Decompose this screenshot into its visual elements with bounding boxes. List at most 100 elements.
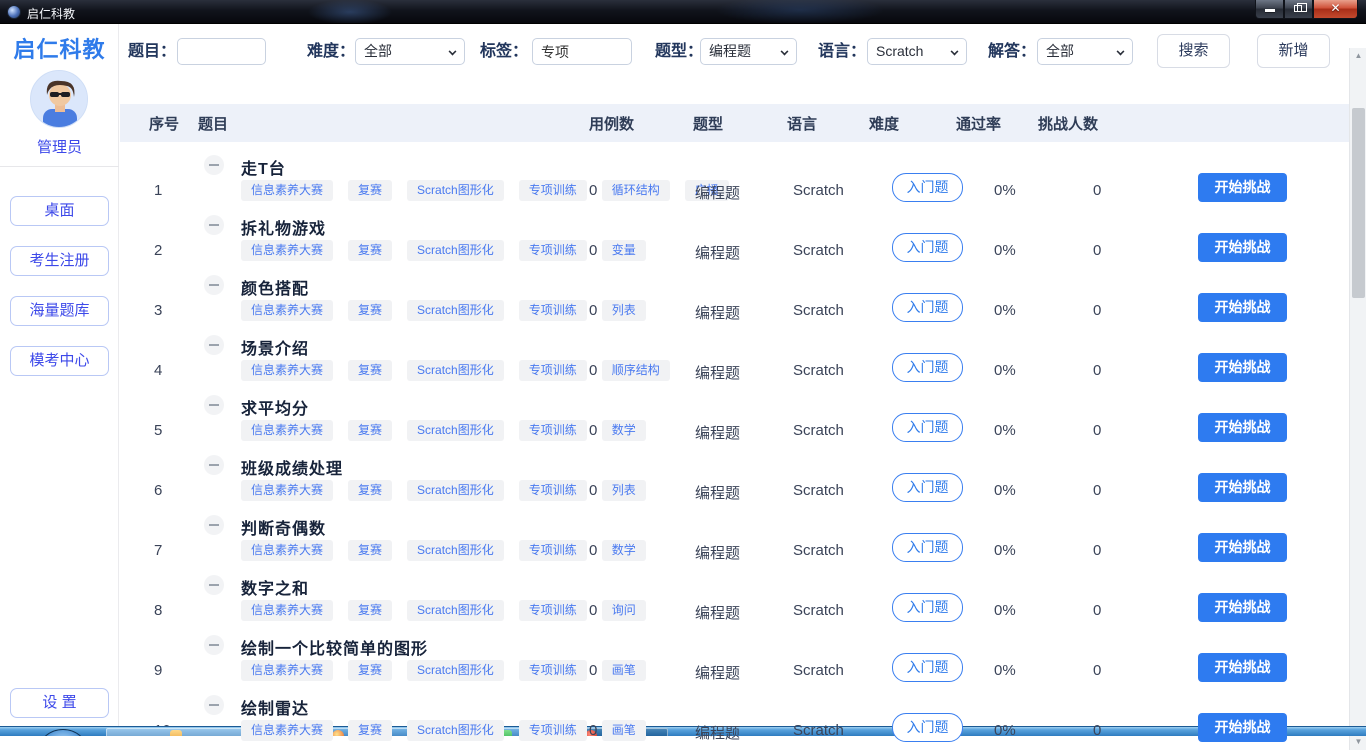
start-challenge-button[interactable]: 开始挑战: [1198, 713, 1287, 742]
start-challenge-button[interactable]: 开始挑战: [1198, 653, 1287, 682]
cell-use_cases: 0: [589, 302, 597, 319]
tag-list: 信息素养大赛复赛Scratch图形化专项训练循环结构广播: [241, 180, 729, 201]
cell-use_cases: 0: [589, 542, 597, 559]
folder-icon[interactable]: [170, 730, 182, 736]
column-header-0: 序号: [149, 113, 179, 134]
cell-pass_rate: 0%: [994, 542, 1016, 559]
collapse-minus-icon[interactable]: [204, 215, 224, 235]
start-challenge-button[interactable]: 开始挑战: [1198, 473, 1287, 502]
add-button[interactable]: 新增: [1257, 34, 1330, 68]
tag-chip: 专项训练: [519, 540, 587, 561]
start-challenge-button[interactable]: 开始挑战: [1198, 533, 1287, 562]
close-button[interactable]: ✕: [1313, 0, 1358, 19]
difficulty-badge[interactable]: 入门题: [892, 293, 963, 322]
cell-challengers: 0: [1093, 362, 1101, 379]
start-orb[interactable]: [36, 729, 90, 736]
avatar[interactable]: [30, 70, 88, 128]
restore-icon: [1294, 5, 1302, 12]
question-title[interactable]: 判断奇偶数: [241, 515, 326, 539]
cell-language: Scratch: [793, 602, 844, 619]
start-challenge-button[interactable]: 开始挑战: [1198, 173, 1287, 202]
collapse-minus-icon[interactable]: [204, 515, 224, 535]
tag-filter-input[interactable]: [532, 38, 632, 65]
tag-chip: 复赛: [348, 540, 392, 561]
collapse-minus-icon[interactable]: [204, 395, 224, 415]
window-titlebar: 启仁科教 ✕: [0, 0, 1366, 24]
difficulty-badge[interactable]: 入门题: [892, 653, 963, 682]
difficulty-badge[interactable]: 入门题: [892, 593, 963, 622]
sidebar-item-0[interactable]: 桌面: [10, 196, 109, 226]
scroll-up-icon[interactable]: ▲: [1350, 48, 1366, 64]
tag-chip: 复赛: [348, 660, 392, 681]
sidebar-item-1[interactable]: 考生注册: [10, 246, 109, 276]
difficulty-badge[interactable]: 入门题: [892, 233, 963, 262]
start-challenge-button[interactable]: 开始挑战: [1198, 293, 1287, 322]
search-button[interactable]: 搜索: [1157, 34, 1230, 68]
question-title[interactable]: 颜色搭配: [241, 275, 309, 299]
question-title[interactable]: 数字之和: [241, 575, 309, 599]
cell-pass_rate: 0%: [994, 662, 1016, 679]
cell-language: Scratch: [793, 242, 844, 259]
restore-button[interactable]: [1284, 0, 1313, 19]
cell-pass_rate: 0%: [994, 362, 1016, 379]
scroll-down-icon[interactable]: ▼: [1350, 734, 1366, 750]
tag-list: 信息素养大赛复赛Scratch图形化专项训练画笔: [241, 660, 646, 681]
sidebar-item-3[interactable]: 模考中心: [10, 346, 109, 376]
collapse-minus-icon[interactable]: [204, 635, 224, 655]
qtype-filter-select[interactable]: 编程题: [700, 38, 797, 65]
tag-chip: 循环结构: [602, 180, 670, 201]
tag-chip: 信息素养大赛: [241, 240, 333, 261]
question-title[interactable]: 绘制一个比较简单的图形: [241, 635, 428, 659]
tag-chip: 顺序结构: [602, 360, 670, 381]
sidebar-item-2[interactable]: 海量题库: [10, 296, 109, 326]
cell-qtype: 编程题: [695, 662, 740, 683]
tag-chip: 信息素养大赛: [241, 480, 333, 501]
start-challenge-button[interactable]: 开始挑战: [1198, 353, 1287, 382]
cell-language: Scratch: [793, 722, 844, 739]
scrollbar-thumb[interactable]: [1352, 108, 1365, 298]
collapse-minus-icon[interactable]: [204, 275, 224, 295]
difficulty-badge[interactable]: 入门题: [892, 173, 963, 202]
sidebar-item-settings[interactable]: 设 置: [10, 688, 109, 718]
cell-pass_rate: 0%: [994, 422, 1016, 439]
question-title[interactable]: 求平均分: [241, 395, 309, 419]
cell-pass_rate: 0%: [994, 482, 1016, 499]
collapse-minus-icon[interactable]: [204, 335, 224, 355]
question-title[interactable]: 拆礼物游戏: [241, 215, 326, 239]
title-filter-input[interactable]: [177, 38, 266, 65]
close-icon: ✕: [1314, 1, 1357, 15]
question-title[interactable]: 场景介绍: [241, 335, 309, 359]
question-title[interactable]: 走T台: [241, 155, 286, 179]
collapse-minus-icon[interactable]: [204, 695, 224, 715]
tag-chip: 专项训练: [519, 420, 587, 441]
start-challenge-button[interactable]: 开始挑战: [1198, 413, 1287, 442]
answer-filter-select[interactable]: 全部: [1037, 38, 1133, 65]
question-title[interactable]: 班级成绩处理: [241, 455, 343, 479]
difficulty-filter-select[interactable]: 全部: [355, 38, 465, 65]
tag-chip: 信息素养大赛: [241, 360, 333, 381]
start-challenge-button[interactable]: 开始挑战: [1198, 233, 1287, 262]
language-filter-select[interactable]: Scratch: [867, 38, 967, 65]
difficulty-badge[interactable]: 入门题: [892, 413, 963, 442]
tag-chip: 专项训练: [519, 720, 587, 741]
tag-chip: 复赛: [348, 300, 392, 321]
question-title[interactable]: 绘制雷达: [241, 695, 309, 719]
difficulty-badge[interactable]: 入门题: [892, 353, 963, 382]
tag-chip: Scratch图形化: [407, 600, 504, 621]
difficulty-badge[interactable]: 入门题: [892, 473, 963, 502]
app-window: 启仁科教 管理员 桌面考生注册海量题库模考中心 设 置 题目：难度：全部标签：题…: [0, 24, 1366, 726]
language-filter-value: Scratch: [876, 43, 923, 59]
tag-chip: 信息素养大赛: [241, 540, 333, 561]
collapse-minus-icon[interactable]: [204, 575, 224, 595]
vertical-scrollbar[interactable]: ▲ ▼: [1349, 48, 1366, 750]
start-challenge-button[interactable]: 开始挑战: [1198, 593, 1287, 622]
collapse-minus-icon[interactable]: [204, 455, 224, 475]
difficulty-badge[interactable]: 入门题: [892, 533, 963, 562]
minimize-button[interactable]: [1255, 0, 1284, 19]
difficulty-badge[interactable]: 入门题: [892, 713, 963, 742]
tag-chip: 信息素养大赛: [241, 600, 333, 621]
cell-challengers: 0: [1093, 662, 1101, 679]
table-row: 4场景介绍信息素养大赛复赛Scratch图形化专项训练顺序结构0编程题Scrat…: [120, 322, 1349, 382]
collapse-minus-icon[interactable]: [204, 155, 224, 175]
tag-list: 信息素养大赛复赛Scratch图形化专项训练数学: [241, 540, 646, 561]
